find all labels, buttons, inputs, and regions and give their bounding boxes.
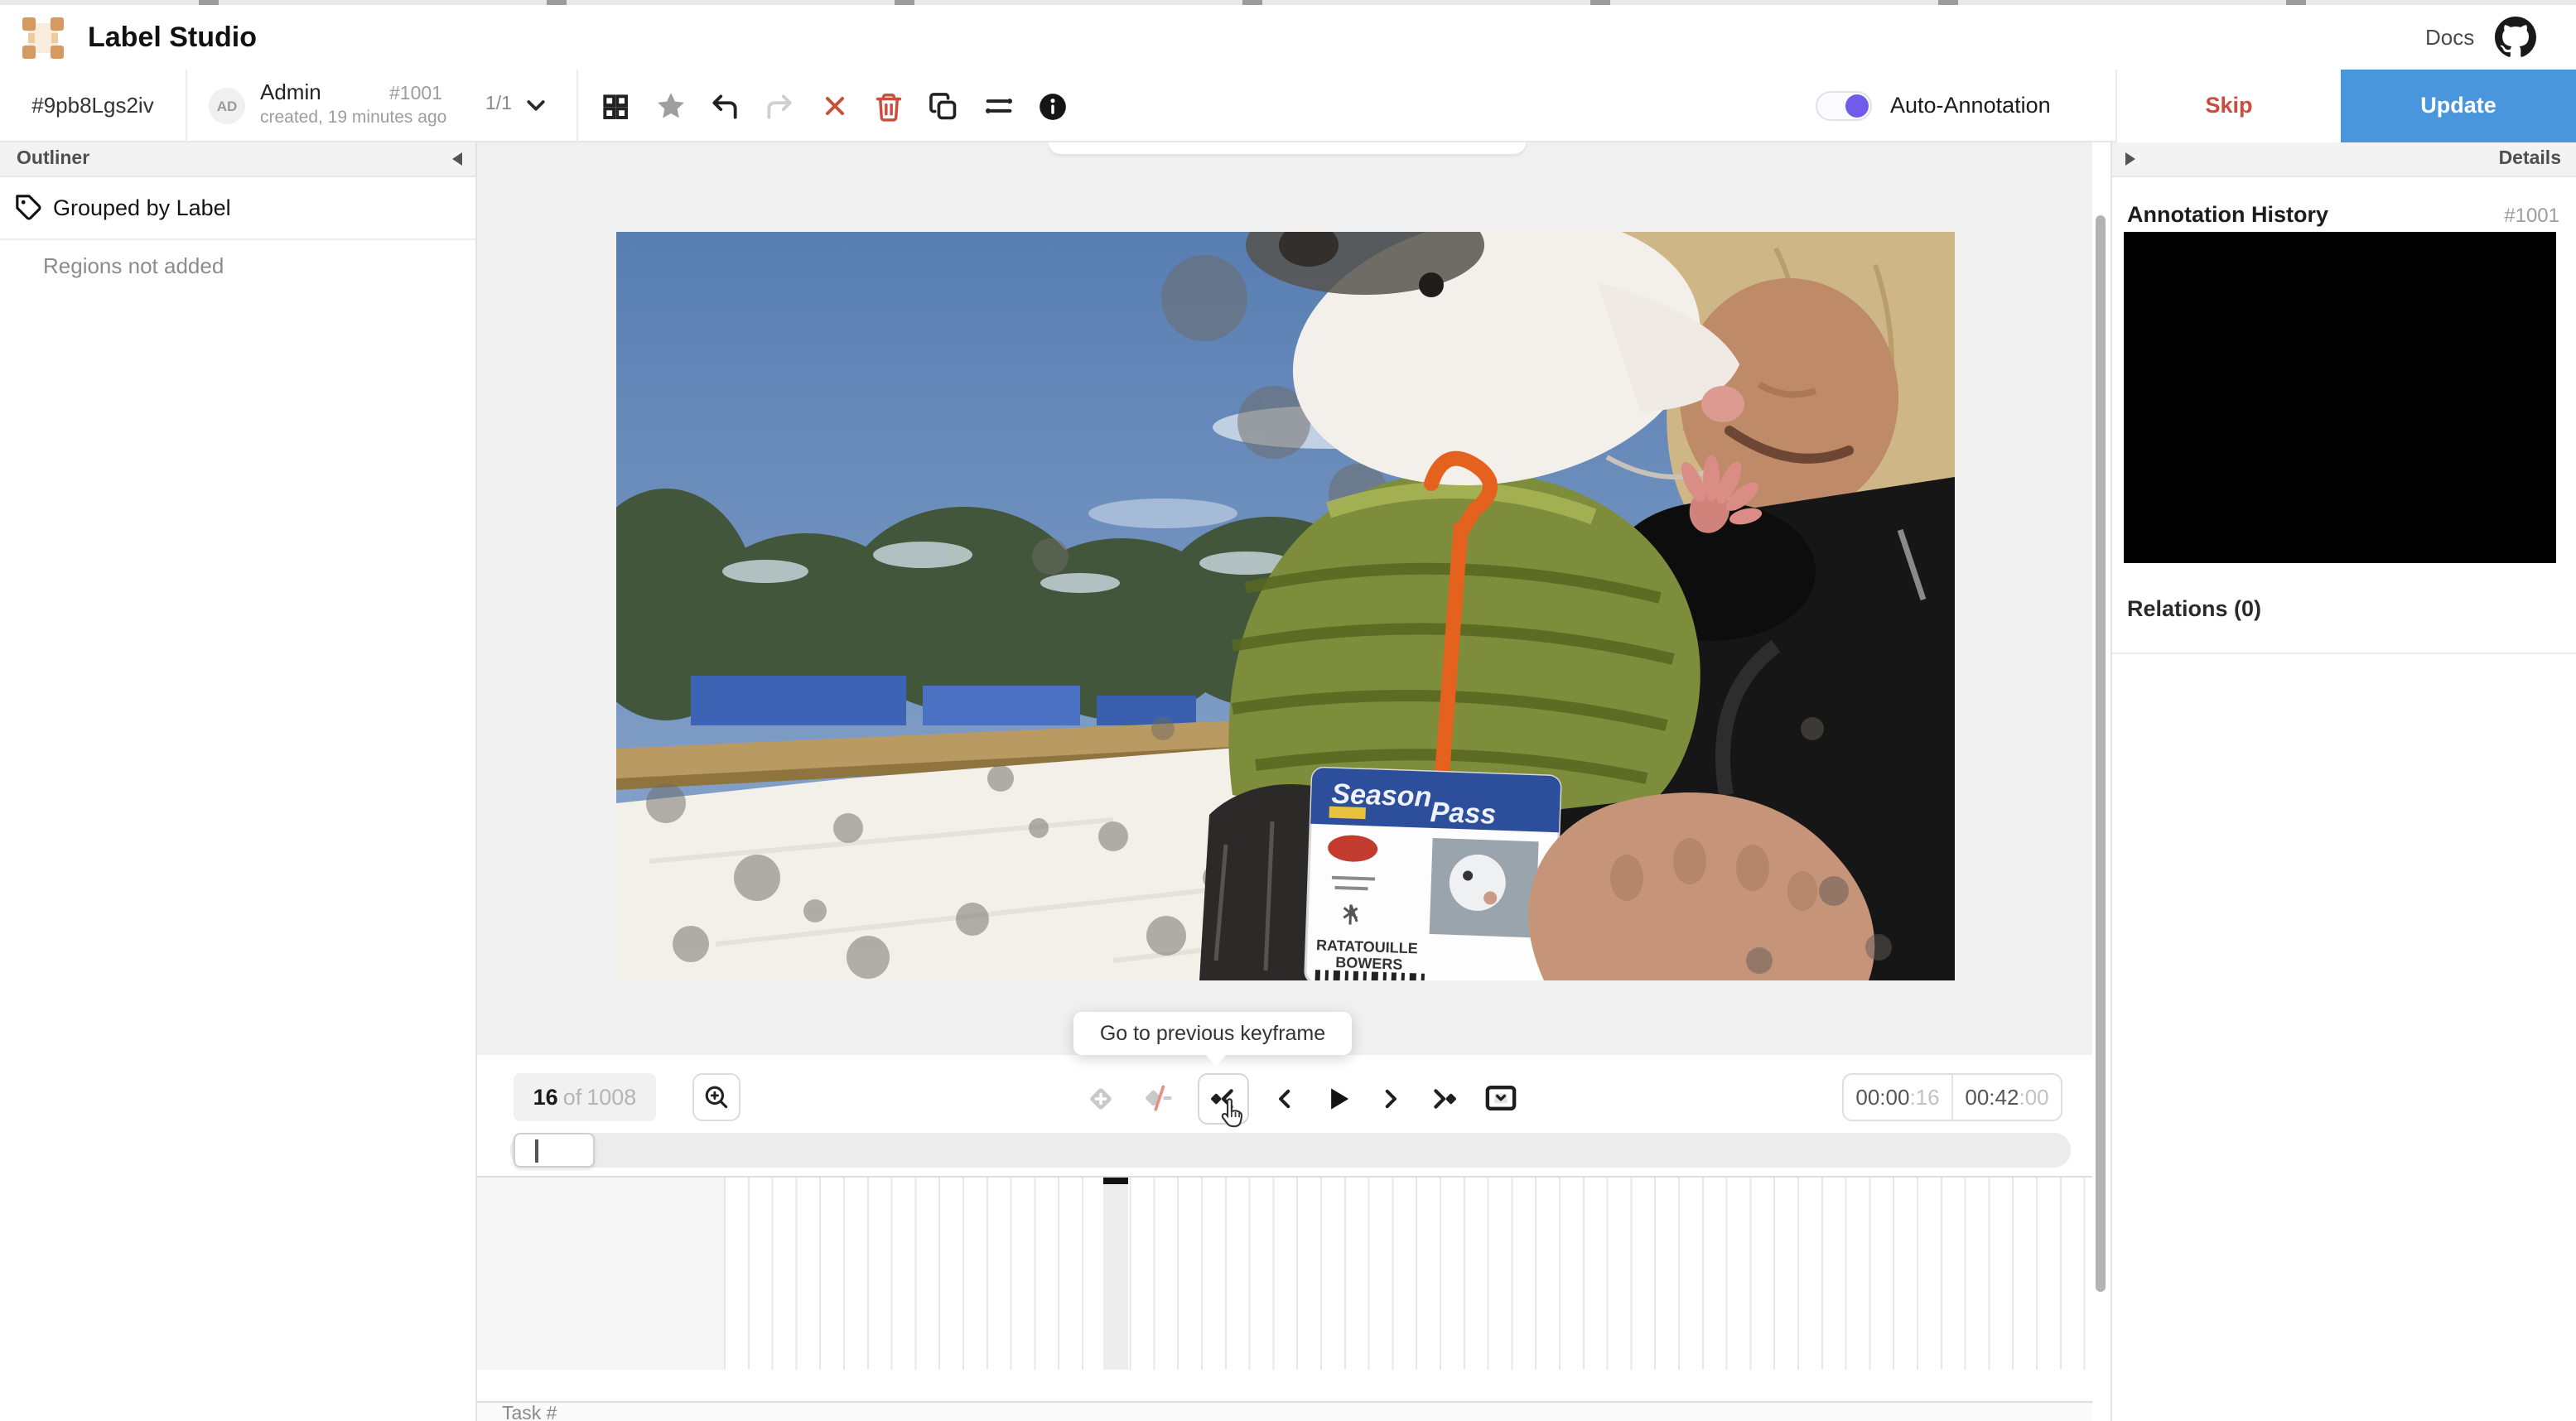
mouse-cursor-icon xyxy=(1221,1098,1243,1128)
outliner-header: Outliner xyxy=(0,142,475,177)
time-position: 00:00:16 xyxy=(1844,1075,1951,1120)
annotation-preview[interactable] xyxy=(2124,232,2556,563)
zoom-in-icon[interactable] xyxy=(692,1073,740,1121)
seek-track[interactable] xyxy=(510,1133,2071,1168)
github-icon[interactable] xyxy=(2495,17,2536,58)
keyframe-interpolation-icon[interactable] xyxy=(1140,1080,1176,1116)
time-position-main: 00:00 xyxy=(1855,1085,1910,1110)
frame-current: 16 xyxy=(533,1085,558,1110)
reset-icon[interactable] xyxy=(807,70,861,142)
video-frame[interactable]: Season Pass RATATOUILLE BOWERS xyxy=(616,232,1955,980)
play-icon[interactable] xyxy=(1320,1081,1355,1115)
tooltip-arrow xyxy=(1206,1055,1226,1067)
tooltip-text: Go to previous keyframe xyxy=(1099,1022,1326,1045)
seek-handle[interactable] xyxy=(514,1133,595,1168)
outliner-panel: Outliner Grouped by Label Regions not ad… xyxy=(0,142,477,1421)
timeline-gutter xyxy=(477,1178,724,1370)
keyframe-add-icon[interactable] xyxy=(1083,1081,1118,1115)
details-panel: Details Annotation History #1001 Relatio… xyxy=(2110,142,2576,1421)
playback-controls xyxy=(1083,1063,1519,1133)
time-position-frames: :16 xyxy=(1909,1085,1940,1110)
update-button[interactable]: Update xyxy=(2341,70,2576,142)
time-display: 00:00:16 00:42:00 xyxy=(1842,1073,2062,1121)
time-length-main: 00:42 xyxy=(1965,1085,2019,1110)
frame-total: 1008 xyxy=(586,1085,637,1110)
annotator-name: Admin xyxy=(260,79,321,104)
frame-options-icon[interactable] xyxy=(1483,1080,1519,1116)
delete-icon[interactable] xyxy=(861,70,916,142)
grouping-label: Grouped by Label xyxy=(53,195,231,220)
label-studio-app: Label Studio Docs #9pb8Lgs2iv AD Admin #… xyxy=(0,0,2576,1421)
undo-icon[interactable] xyxy=(697,70,752,142)
frame-of-label: of xyxy=(562,1085,582,1110)
playhead[interactable] xyxy=(1103,1178,1128,1184)
badge-text-name2: BOWERS xyxy=(1335,954,1403,973)
previous-frame-icon[interactable] xyxy=(1271,1084,1299,1112)
next-keyframe-icon[interactable] xyxy=(1426,1081,1461,1115)
avatar: AD xyxy=(209,88,245,124)
annotation-history-label: Annotation History xyxy=(2127,202,2328,227)
regions-empty-message: Regions not added xyxy=(43,253,224,278)
toggle-knob xyxy=(1845,94,1869,118)
toolbar-icons xyxy=(588,70,1080,142)
floating-bar-remnant xyxy=(1049,142,1526,154)
expand-right-icon[interactable] xyxy=(2125,152,2135,166)
time-length-frames: :00 xyxy=(2019,1085,2049,1110)
tag-icon xyxy=(16,195,41,220)
outliner-title: Outliner xyxy=(17,149,90,169)
seek-position-line xyxy=(535,1139,538,1163)
toolbar-divider xyxy=(576,70,578,142)
badge-text-pass: Pass xyxy=(1430,797,1497,831)
main-content: Season Pass RATATOUILLE BOWERS Go to pre… xyxy=(477,142,2092,1421)
relations-divider xyxy=(2112,653,2576,654)
app-title: Label Studio xyxy=(88,22,257,53)
app-header: Label Studio Docs xyxy=(0,5,2576,70)
vertical-scrollbar[interactable] xyxy=(2096,215,2106,1292)
timeline-ruler[interactable] xyxy=(477,1176,2092,1370)
auto-annotation-label: Auto-Annotation xyxy=(1890,93,2051,118)
relations-icon[interactable] xyxy=(971,70,1025,142)
duplicate-icon[interactable] xyxy=(916,70,971,142)
annotation-pager: 1/1 xyxy=(485,94,512,114)
grouping-selector[interactable]: Grouped by Label xyxy=(0,177,475,240)
badge-text-name1: RATATOUILLE xyxy=(1316,937,1418,956)
details-header: Details xyxy=(2112,142,2576,177)
details-title: Details xyxy=(2498,149,2561,169)
chevron-down-icon[interactable] xyxy=(520,89,552,121)
task-footer-label: Task # xyxy=(502,1404,557,1421)
annotation-created: created, 19 minutes ago xyxy=(260,108,447,128)
skip-button[interactable]: Skip xyxy=(2115,70,2341,142)
task-id[interactable]: #9pb8Lgs2iv xyxy=(0,70,187,142)
star-icon[interactable] xyxy=(643,70,697,142)
annotation-history-id: #1001 xyxy=(2504,204,2559,227)
relations-label: Relations (0) xyxy=(2127,596,2262,621)
timeline-ticks xyxy=(724,1178,2092,1370)
auto-annotation-toggle[interactable] xyxy=(1816,91,1872,121)
playhead-column xyxy=(1103,1178,1128,1370)
next-frame-icon[interactable] xyxy=(1377,1084,1405,1112)
frame-counter[interactable]: 16 of 1008 xyxy=(514,1073,656,1121)
time-length: 00:42:00 xyxy=(1951,1075,2061,1120)
label-studio-logo xyxy=(22,17,64,59)
collapse-left-icon[interactable] xyxy=(452,152,462,166)
redo-icon[interactable] xyxy=(752,70,807,142)
info-icon[interactable] xyxy=(1025,70,1080,142)
task-footer: Task # xyxy=(477,1401,2092,1421)
annotation-id: #1001 xyxy=(389,84,442,104)
annotation-toolbar: #9pb8Lgs2iv AD Admin #1001 created, 19 m… xyxy=(0,70,2576,142)
docs-link[interactable]: Docs xyxy=(2425,5,2474,70)
grid-view-icon[interactable] xyxy=(588,70,643,142)
tooltip: Go to previous keyframe xyxy=(1073,1012,1352,1067)
